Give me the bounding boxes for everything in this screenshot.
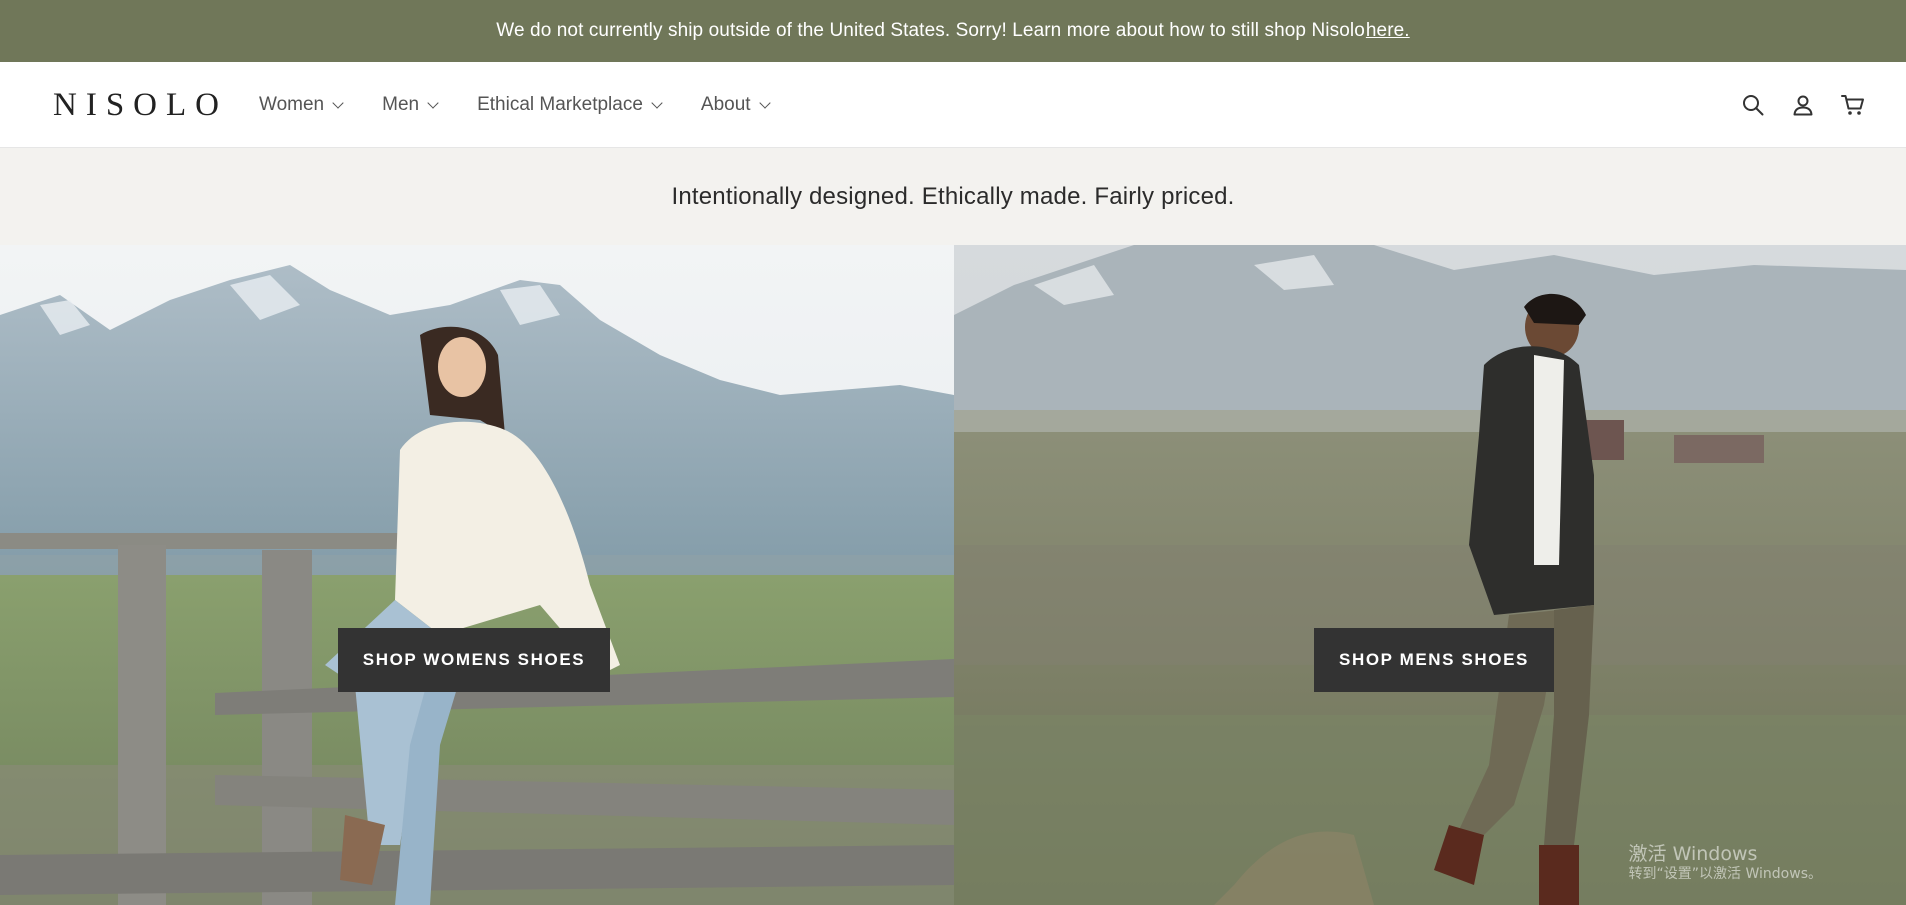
nav-item-ethical-marketplace[interactable]: Ethical Marketplace <box>477 94 663 116</box>
windows-activation-watermark: 激活 Windows 转到“设置”以激活 Windows。 <box>1629 843 1822 883</box>
shop-womens-shoes-button[interactable]: SHOP WOMENS SHOES <box>338 628 610 692</box>
nav-item-women[interactable]: Women <box>259 94 344 116</box>
tagline-banner: Intentionally designed. Ethically made. … <box>0 148 1906 245</box>
announcement-bar: We do not currently ship outside of the … <box>0 0 1906 62</box>
chevron-down-icon <box>651 97 663 109</box>
announcement-text: We do not currently ship outside of the … <box>496 20 1365 41</box>
mens-hero-image <box>954 245 1906 905</box>
nav-item-label: About <box>700 94 751 115</box>
hero-section: SHOP WOMENS SHOES SHOP MENS SHOES 激活 Win… <box>0 245 1906 905</box>
shop-mens-shoes-button[interactable]: SHOP MENS SHOES <box>1314 628 1554 692</box>
site-header: NISOLO Women Men Ethical Marketplace Abo… <box>0 62 1906 148</box>
chevron-down-icon <box>758 97 771 109</box>
chevron-down-icon <box>332 97 344 109</box>
main-nav: Women Men Ethical Marketplace About <box>259 62 809 148</box>
nisolo-logo[interactable]: NISOLO <box>53 87 228 124</box>
watermark-subtitle: 转到“设置”以激活 Windows。 <box>1628 866 1822 883</box>
nav-item-label: Ethical Marketplace <box>477 94 643 115</box>
nav-item-label: Men <box>382 94 420 115</box>
account-icon[interactable] <box>1790 92 1816 118</box>
watermark-title: 激活 Windows <box>1628 843 1758 866</box>
nav-item-men[interactable]: Men <box>382 94 439 116</box>
mens-hero-panel[interactable]: SHOP MENS SHOES 激活 Windows 转到“设置”以激活 Win… <box>954 245 1906 905</box>
chevron-down-icon <box>427 97 439 109</box>
nav-item-label: Women <box>259 94 325 115</box>
announcement-link[interactable]: here. <box>1366 20 1410 42</box>
tagline-text: Intentionally designed. Ethically made. … <box>671 182 1235 210</box>
womens-hero-image <box>0 245 954 905</box>
search-icon[interactable] <box>1740 92 1766 118</box>
header-icons <box>1716 62 1866 148</box>
cart-icon[interactable] <box>1840 92 1866 118</box>
nav-item-about[interactable]: About <box>700 94 771 116</box>
womens-hero-panel[interactable]: SHOP WOMENS SHOES <box>0 245 954 905</box>
